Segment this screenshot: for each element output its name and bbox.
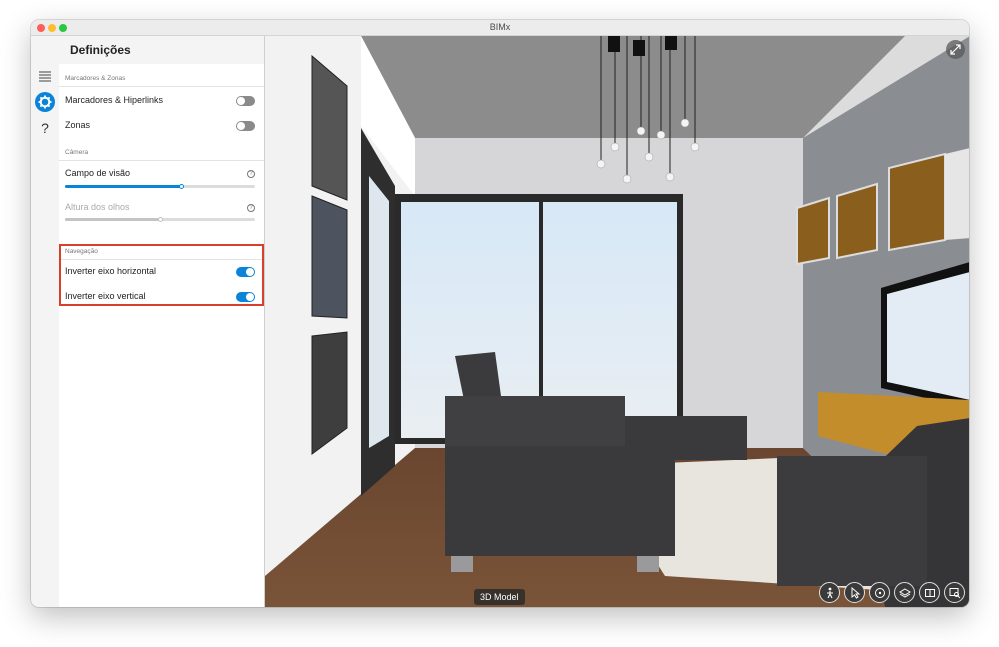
slider-fill: [65, 185, 181, 188]
wall-cabinet: [888, 152, 946, 252]
field-of-view-help-icon[interactable]: ?: [247, 170, 255, 178]
slider-thumb: [158, 217, 163, 222]
rail-item-settings[interactable]: [35, 92, 55, 112]
title-bar: BIMx: [31, 20, 969, 36]
gear-icon: [35, 92, 55, 112]
zones-label: Zonas: [65, 120, 91, 130]
toggle-knob: [237, 97, 245, 105]
list-icon: [39, 71, 51, 82]
eye-height-help-icon[interactable]: ?: [247, 204, 255, 212]
wall-cabinet-side: [945, 148, 969, 240]
slider-thumb[interactable]: [178, 184, 184, 189]
orbit-icon: [874, 587, 885, 598]
layers-button[interactable]: [894, 582, 915, 603]
eye-height-slider: [65, 217, 255, 222]
expand-icon: [950, 44, 961, 55]
navigation-toolbar: [819, 582, 965, 603]
invert-vertical-toggle[interactable]: [236, 292, 255, 302]
zoom-button[interactable]: [944, 582, 965, 603]
page-title: Definições: [70, 43, 131, 57]
orbit-mode-button[interactable]: [869, 582, 890, 603]
field-of-view-slider[interactable]: [65, 184, 255, 189]
sofa-body: [445, 446, 675, 556]
icon-rail: ?: [31, 36, 59, 607]
eye-height-label: Altura dos olhos: [65, 202, 130, 212]
rail-item-list[interactable]: [35, 66, 55, 86]
toggle-knob: [246, 293, 254, 301]
television-screen: [887, 272, 969, 400]
artwork: [311, 195, 348, 319]
sofa-leg: [451, 556, 473, 572]
section-label-markers: Marcadores & Zonas: [65, 75, 126, 82]
pointer-icon: [851, 586, 860, 599]
field-of-view-label: Campo de visão: [65, 168, 131, 178]
invert-horizontal-toggle[interactable]: [236, 267, 255, 277]
rail-item-help[interactable]: ?: [35, 118, 55, 138]
expand-button[interactable]: [946, 40, 965, 59]
panel-header: Definições: [31, 36, 264, 64]
invert-vertical-label: Inverter eixo vertical: [65, 291, 146, 301]
sofa-right-arm: [777, 456, 927, 586]
section-label-camera: Câmera: [65, 149, 89, 156]
zones-toggle[interactable]: [236, 121, 255, 131]
help-icon: ?: [41, 120, 49, 136]
toggle-knob: [237, 122, 245, 130]
view-mode-badge: 3D Model: [474, 589, 525, 605]
side-window-glass: [369, 176, 389, 448]
section-label-navigation: Navegação: [65, 248, 98, 255]
layers-icon: [898, 587, 911, 598]
pointer-mode-button[interactable]: [844, 582, 865, 603]
walk-icon: [826, 587, 833, 598]
view-icon: [924, 588, 935, 597]
view-settings-button[interactable]: [919, 582, 940, 603]
wall-cabinet: [796, 196, 830, 266]
markers-hyperlinks-toggle[interactable]: [236, 96, 255, 106]
settings-panel: Definições Marcadores & Zonas Marcadores…: [31, 36, 264, 607]
3d-viewport[interactable]: 3D Model: [264, 36, 969, 607]
divider: [59, 160, 264, 161]
divider: [59, 86, 264, 87]
slider-fill: [65, 218, 160, 221]
zoom-icon: [949, 587, 960, 598]
3d-scene: [265, 36, 969, 607]
app-window: BIMx ? Definições Marcadores & Zonas Mar…: [31, 20, 969, 607]
walk-mode-button[interactable]: [819, 582, 840, 603]
wall-cabinet: [836, 182, 878, 260]
markers-hyperlinks-label: Marcadores & Hiperlinks: [65, 95, 164, 105]
toggle-knob: [246, 268, 254, 276]
window-title: BIMx: [489, 22, 511, 32]
invert-horizontal-label: Inverter eixo horizontal: [65, 266, 157, 276]
divider: [59, 259, 264, 260]
sofa-seat: [445, 396, 625, 446]
sofa-leg: [637, 556, 659, 572]
